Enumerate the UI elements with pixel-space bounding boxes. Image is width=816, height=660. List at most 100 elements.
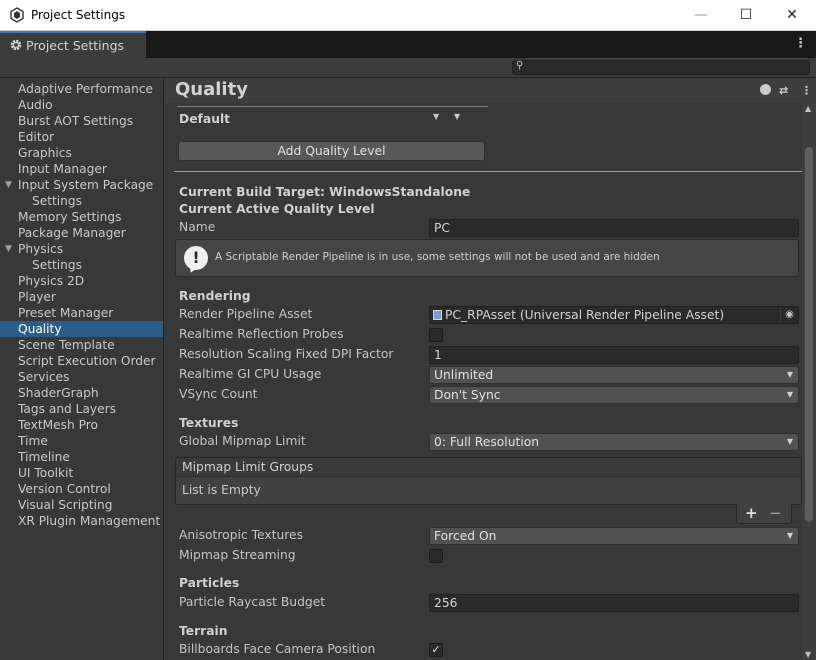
sidebar-item-shadergraph[interactable]: ShaderGraph: [0, 385, 163, 401]
close-button[interactable]: ✕: [769, 0, 815, 30]
sidebar-item-label: Physics: [18, 242, 64, 256]
sidebar-item-xr-plugin-management[interactable]: XR Plugin Management: [0, 513, 163, 529]
expand-arrow-icon[interactable]: ▼: [5, 241, 12, 257]
search-icon: ⚲: [516, 60, 524, 71]
sidebar-item-textmesh-pro[interactable]: TextMesh Pro: [0, 417, 163, 433]
default-dropdown-arrow-icon[interactable]: ▼: [433, 112, 439, 121]
sidebar-item-audio[interactable]: Audio: [0, 97, 163, 113]
sidebar-item-label: ShaderGraph: [18, 386, 99, 400]
warning-icon: !: [184, 246, 208, 270]
sidebar-item-label: Graphics: [18, 146, 72, 160]
anisotropic-dropdown[interactable]: Forced On ▼: [429, 527, 799, 545]
sidebar-item-package-manager[interactable]: Package Manager: [0, 225, 163, 241]
sidebar-item-input-system-settings[interactable]: Settings: [0, 193, 163, 209]
billboards-label: Billboards Face Camera Position: [179, 642, 376, 656]
sidebar-item-quality[interactable]: Quality: [0, 321, 163, 337]
sidebar-item-label: Tags and Layers: [18, 402, 116, 416]
window-title: Project Settings: [31, 8, 126, 22]
vsync-label: VSync Count: [179, 387, 258, 401]
render-pipeline-label: Render Pipeline Asset: [179, 307, 313, 321]
sidebar-item-physics-2d[interactable]: Physics 2D: [0, 273, 163, 289]
scroll-down-icon[interactable]: ▼: [805, 650, 811, 659]
sidebar-item-label: Version Control: [18, 482, 111, 496]
help-icon[interactable]: ?: [760, 84, 771, 95]
vsync-dropdown[interactable]: Don't Sync ▼: [429, 386, 799, 404]
sidebar-item-label: Script Execution Order: [18, 354, 156, 368]
tab-project-settings[interactable]: Project Settings: [0, 31, 146, 58]
default-dropdown-arrow-icon[interactable]: ▼: [454, 112, 460, 121]
sidebar-item-label: Scene Template: [18, 338, 115, 352]
tab-label: Project Settings: [26, 38, 125, 53]
sidebar-item-adaptive-performance[interactable]: Adaptive Performance: [0, 81, 163, 97]
sidebar-item-input-manager[interactable]: Input Manager: [0, 161, 163, 177]
sidebar-item-scene-template[interactable]: Scene Template: [0, 337, 163, 353]
mipmap-streaming-checkbox[interactable]: [429, 549, 443, 563]
sidebar-item-preset-manager[interactable]: Preset Manager: [0, 305, 163, 321]
raycast-budget-label: Particle Raycast Budget: [179, 595, 326, 609]
sidebar-item-time[interactable]: Time: [0, 433, 163, 449]
sidebar-item-graphics[interactable]: Graphics: [0, 145, 163, 161]
search-box[interactable]: ⚲: [512, 60, 810, 75]
sidebar-item-label: Memory Settings: [18, 210, 122, 224]
unity-app-icon: [10, 7, 24, 23]
raycast-budget-field[interactable]: 256: [429, 594, 799, 612]
sidebar-item-ui-toolkit[interactable]: UI Toolkit: [0, 465, 163, 481]
billboards-checkbox[interactable]: ✓: [429, 643, 443, 657]
quality-levels-matrix-edge: [177, 103, 488, 107]
default-label: Default: [179, 112, 231, 126]
srp-warning-box: ! A Scriptable Render Pipeline is in use…: [175, 239, 799, 277]
mipmap-limit-dropdown[interactable]: 0: Full Resolution ▼: [429, 433, 799, 451]
tab-menu-icon[interactable]: ⋮: [794, 36, 807, 51]
sidebar-item-label: Player: [18, 290, 56, 304]
expand-arrow-icon[interactable]: ▼: [5, 177, 12, 193]
dpi-factor-label: Resolution Scaling Fixed DPI Factor: [179, 347, 394, 361]
sidebar-item-script-execution-order[interactable]: Script Execution Order: [0, 353, 163, 369]
sidebar-item-physics-settings[interactable]: Settings: [0, 257, 163, 273]
particles-heading: Particles: [179, 576, 240, 590]
vsync-value: Don't Sync: [434, 388, 501, 402]
sidebar-item-visual-scripting[interactable]: Visual Scripting: [0, 497, 163, 513]
scrollbar-thumb[interactable]: [805, 147, 813, 522]
sidebar-item-burst-aot[interactable]: Burst AOT Settings: [0, 113, 163, 129]
gi-cpu-dropdown[interactable]: Unlimited ▼: [429, 366, 799, 384]
sidebar-item-services[interactable]: Services: [0, 369, 163, 385]
add-quality-level-button[interactable]: Add Quality Level: [178, 141, 485, 161]
sidebar-item-label: Physics 2D: [18, 274, 85, 288]
sidebar-item-label: Time: [18, 434, 48, 448]
object-picker-icon[interactable]: ◉: [780, 307, 798, 323]
add-icon[interactable]: +: [745, 504, 758, 522]
list-empty-text: List is Empty: [182, 483, 261, 497]
dpi-factor-field[interactable]: 1: [429, 346, 799, 364]
sidebar-item-label: Input Manager: [18, 162, 107, 176]
scroll-up-icon[interactable]: ▲: [805, 104, 811, 113]
chevron-down-icon: ▼: [786, 370, 793, 379]
sidebar-item-editor[interactable]: Editor: [0, 129, 163, 145]
toolbar: ⚲: [0, 58, 816, 78]
reflection-probes-checkbox[interactable]: [429, 328, 443, 342]
minimize-button[interactable]: —: [678, 0, 724, 30]
preset-icon[interactable]: ⇄: [779, 84, 788, 97]
panel-menu-icon[interactable]: ⋮: [801, 84, 812, 97]
window-title-bar: Project Settings — ☐ ✕: [0, 0, 816, 31]
divider: [174, 171, 802, 172]
sidebar-item-version-control[interactable]: Version Control: [0, 481, 163, 497]
gear-icon: [10, 39, 22, 51]
maximize-button[interactable]: ☐: [723, 0, 769, 30]
sidebar-item-physics[interactable]: ▼ Physics: [0, 241, 163, 257]
remove-icon[interactable]: −: [769, 504, 782, 522]
name-field[interactable]: PC: [429, 219, 799, 237]
sidebar-item-label: Services: [18, 370, 70, 384]
sidebar-item-label: Editor: [18, 130, 55, 144]
asset-icon: [433, 310, 442, 320]
vertical-scrollbar[interactable]: ▲ ▼: [802, 103, 816, 660]
settings-sidebar: Adaptive Performance Audio Burst AOT Set…: [0, 79, 164, 660]
sidebar-item-player[interactable]: Player: [0, 289, 163, 305]
sidebar-item-timeline[interactable]: Timeline: [0, 449, 163, 465]
sidebar-item-tags-and-layers[interactable]: Tags and Layers: [0, 401, 163, 417]
panel-header: Quality ? ⇄ ⋮: [165, 79, 816, 103]
sidebar-item-input-system-package[interactable]: ▼ Input System Package: [0, 177, 163, 193]
mipmap-streaming-label: Mipmap Streaming: [179, 548, 296, 562]
search-input[interactable]: [529, 61, 807, 74]
sidebar-item-memory-settings[interactable]: Memory Settings: [0, 209, 163, 225]
render-pipeline-asset-field[interactable]: PC_RPAsset (Universal Render Pipeline As…: [429, 306, 799, 324]
